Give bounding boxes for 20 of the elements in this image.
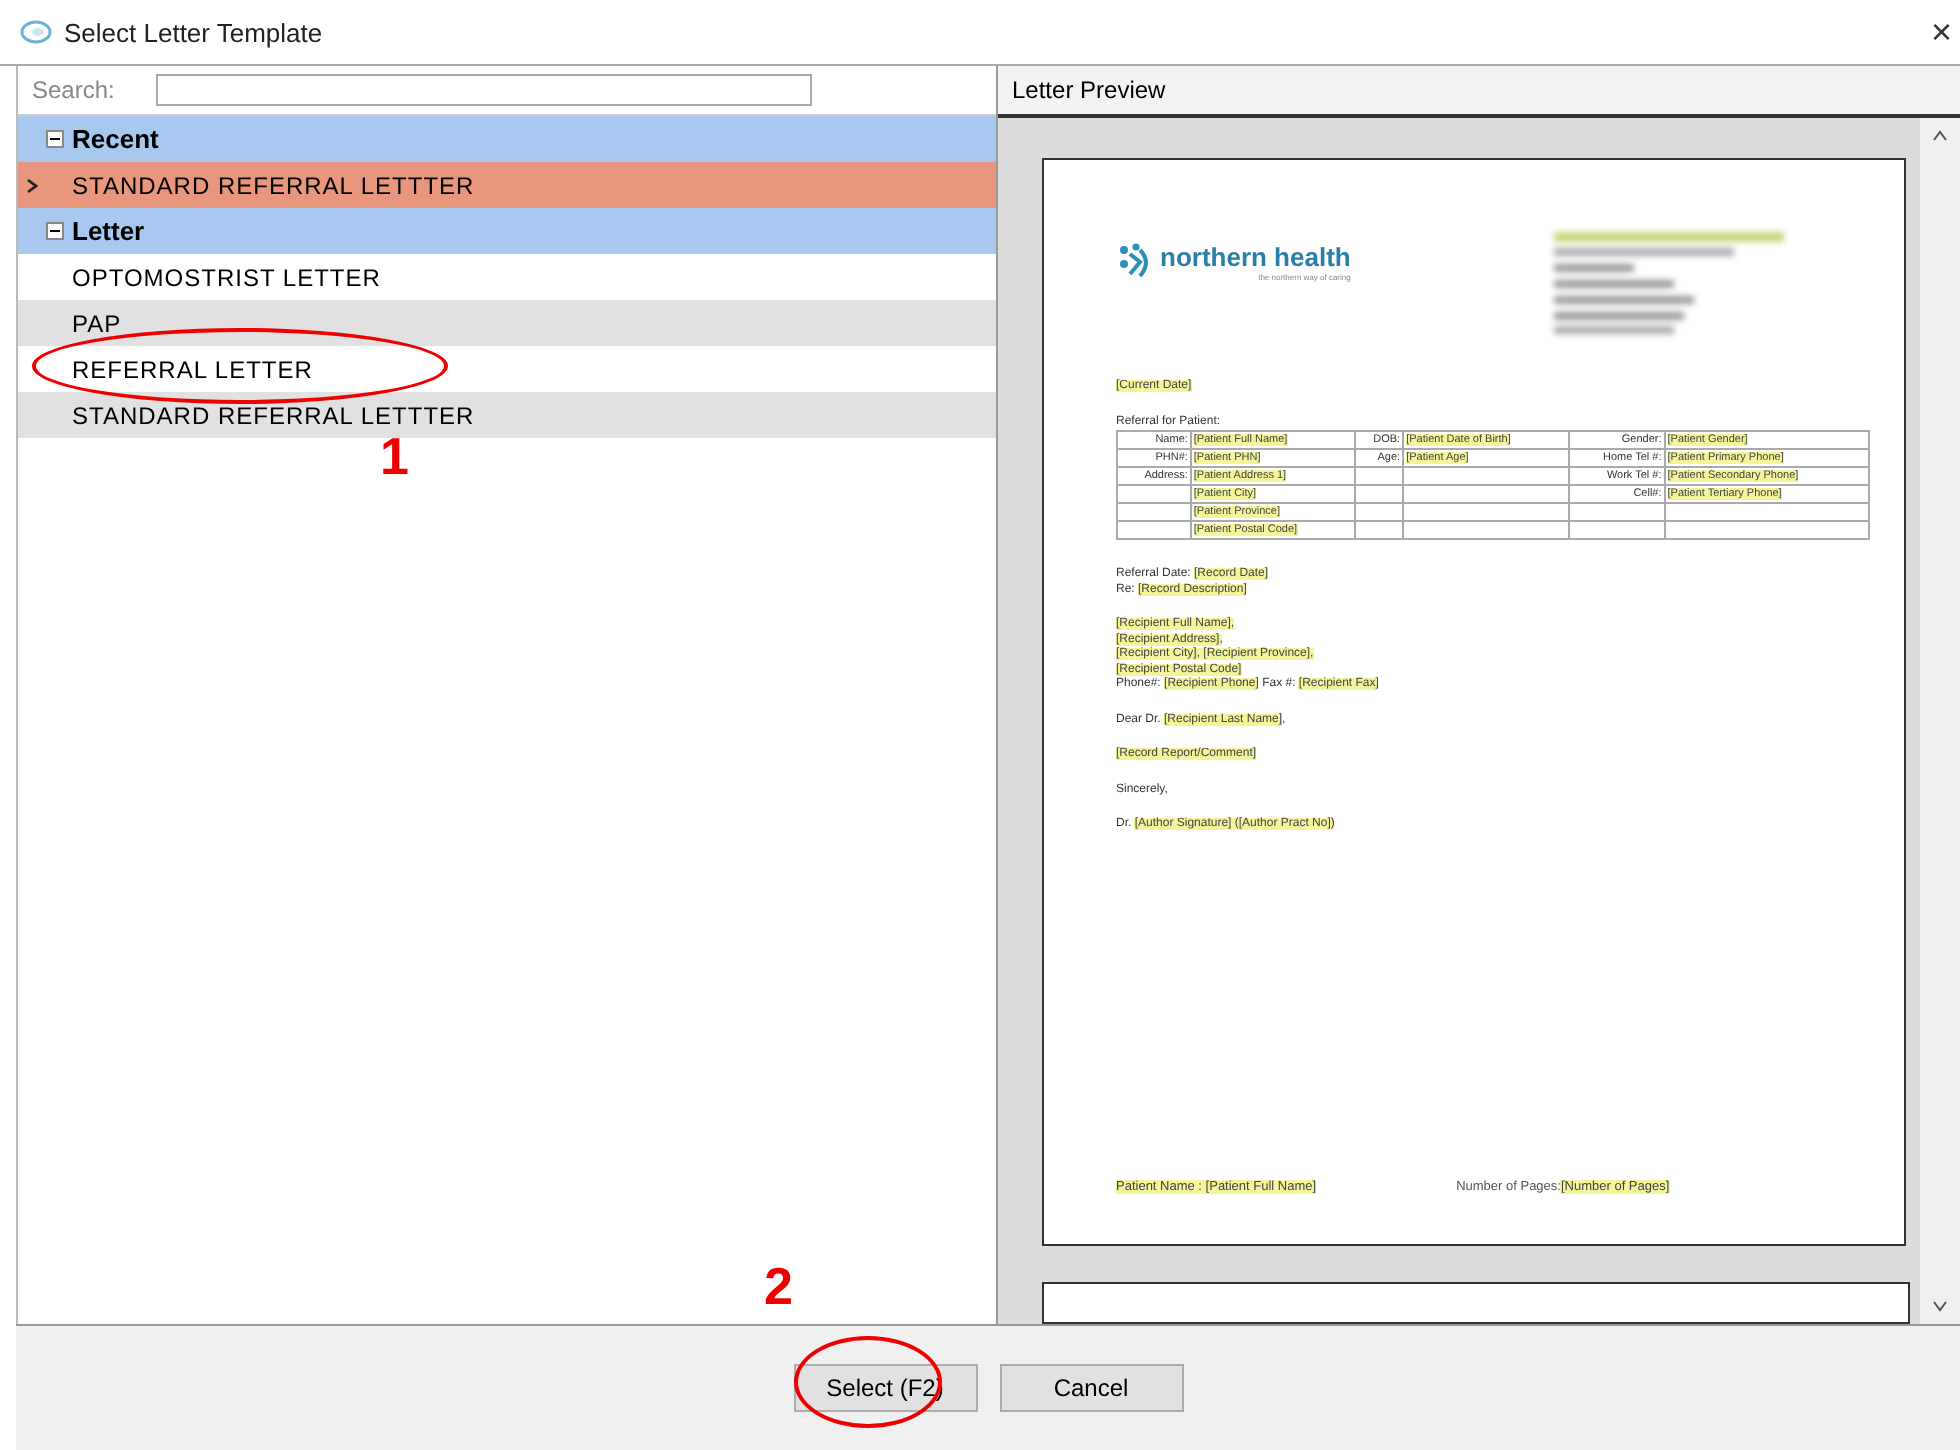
- logo-wordmark: northern health: [1160, 243, 1351, 271]
- template-item[interactable]: PAP: [18, 300, 996, 346]
- cancel-button[interactable]: Cancel: [999, 1364, 1183, 1412]
- scroll-up-icon[interactable]: [1932, 130, 1948, 142]
- app-logo-icon: [20, 20, 52, 44]
- search-field[interactable]: [156, 74, 812, 106]
- window-title: Select Letter Template: [64, 17, 323, 47]
- search-label: Search:: [32, 76, 117, 104]
- group-header[interactable]: Recent: [18, 116, 996, 162]
- collapse-icon[interactable]: [46, 130, 64, 148]
- collapse-icon[interactable]: [46, 222, 64, 240]
- annotation-number: 2: [764, 1256, 793, 1318]
- scroll-down-icon[interactable]: [1932, 1300, 1948, 1312]
- template-item[interactable]: STANDARD REFERRAL LETTTER: [18, 392, 996, 438]
- preview-title: Letter Preview: [1012, 76, 1166, 104]
- row-pointer-icon: [26, 177, 38, 193]
- close-button[interactable]: ×: [1922, 11, 1960, 53]
- group-header[interactable]: Letter: [18, 208, 996, 254]
- template-item[interactable]: STANDARD REFERRAL LETTTER: [18, 162, 996, 208]
- scrollbar[interactable]: [1920, 118, 1960, 1324]
